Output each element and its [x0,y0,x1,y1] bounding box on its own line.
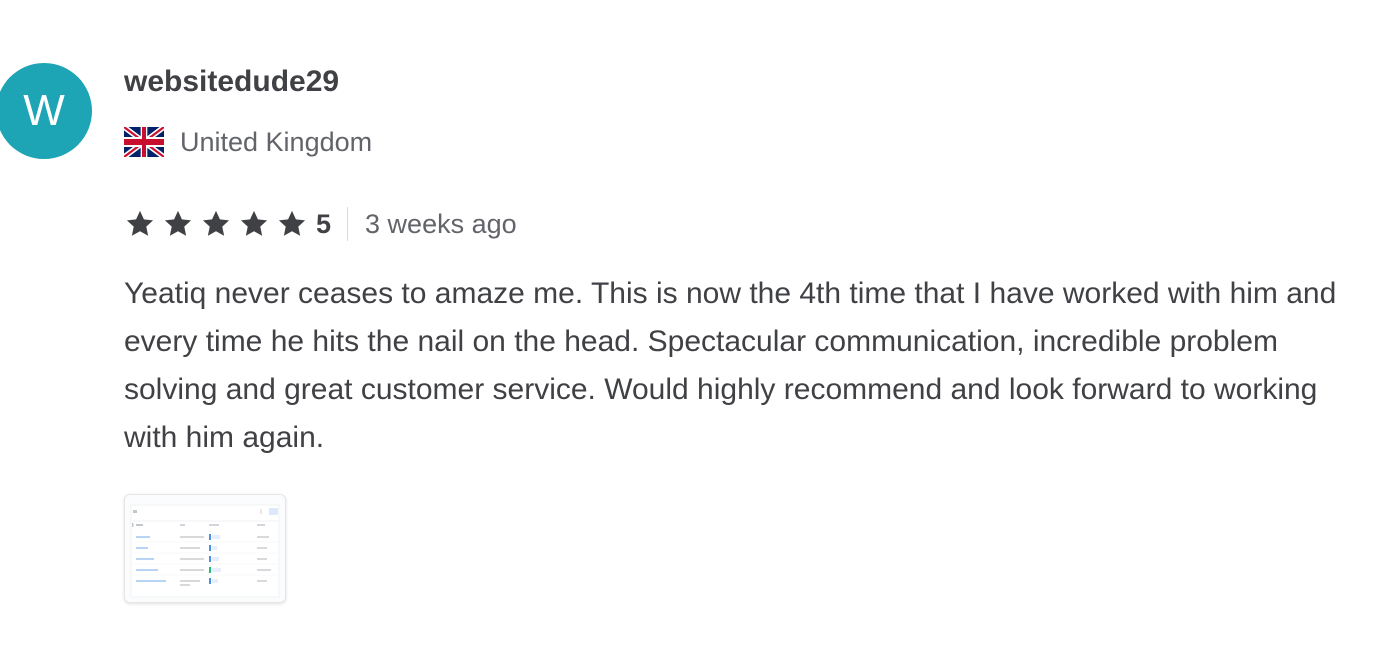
attachment-preview-image [125,495,285,602]
star-icon [278,210,306,236]
star-rating [124,208,314,240]
review-time: 3 weeks ago [365,208,517,239]
avatar[interactable]: W [0,63,92,159]
uk-flag-icon [124,127,164,157]
divider [347,207,349,241]
rating-value: 5 [316,208,332,239]
reviewer-country: United Kingdom [180,126,373,157]
star-icon [164,210,192,236]
star-icon [240,210,268,236]
review-card: W websitedude29 United Kingdom 5 3 weeks… [0,0,1386,658]
reviewer-country-row: United Kingdom [124,124,372,160]
star-icon [126,210,154,236]
star-icon [202,210,230,236]
reviewer-username[interactable]: websitedude29 [124,62,339,102]
rating-row: 5 3 weeks ago [124,204,517,244]
review-text: Yeatiq never ceases to amaze me. This is… [124,277,1337,454]
review-attachment-thumbnail[interactable] [124,494,286,603]
